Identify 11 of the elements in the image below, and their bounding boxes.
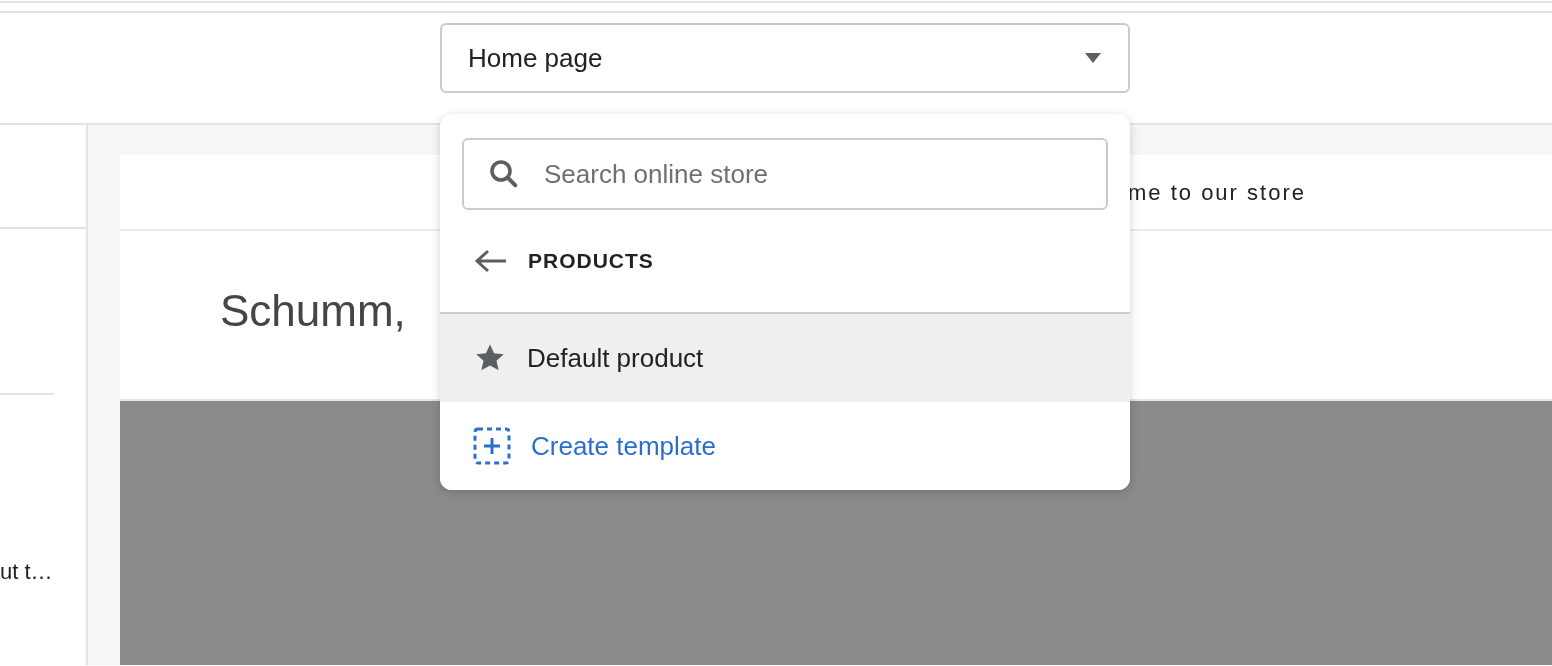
page-select[interactable]: Home page	[440, 23, 1130, 93]
product-title: Schumm,	[220, 285, 406, 337]
announcement-text: me to our store	[1128, 178, 1306, 207]
back-arrow-icon[interactable]	[474, 248, 508, 274]
dropdown-item[interactable]: Default product	[440, 314, 1130, 402]
caret-icon	[1084, 52, 1102, 64]
add-template-icon	[473, 427, 511, 465]
search-field[interactable]: Search online store	[462, 138, 1108, 210]
dropdown-item[interactable]: Create template	[440, 402, 1130, 490]
sidebar-text: ut t…	[0, 559, 53, 584]
section-heading: PRODUCTS	[528, 248, 654, 275]
